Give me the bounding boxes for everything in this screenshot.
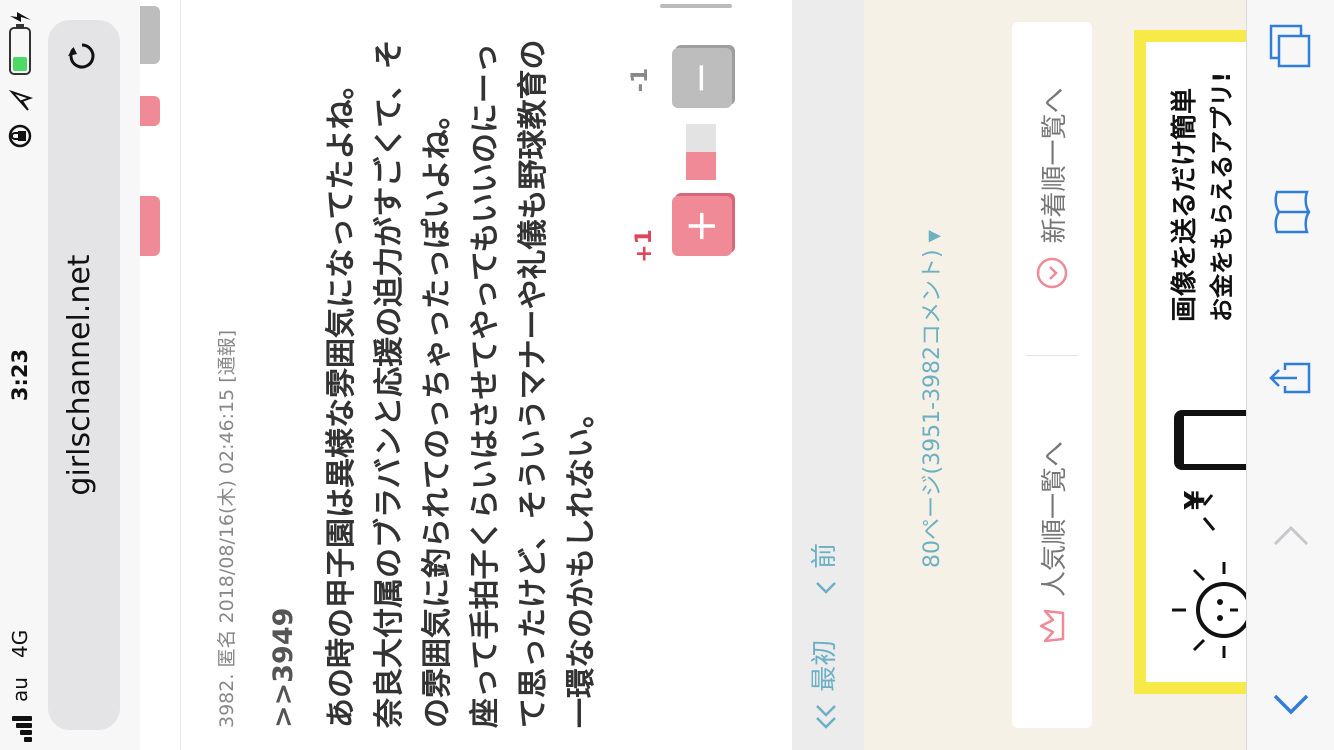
newest-list-button[interactable]: 新着順一覧へ — [1012, 22, 1092, 355]
orientation-lock-icon — [8, 124, 32, 148]
previous-comment-vote-buttons — [140, 0, 162, 256]
popular-list-label: 人気順一覧へ — [1039, 441, 1070, 598]
previous-vote-bar — [140, 96, 160, 126]
status-bar: au 4G 3:23 — [0, 0, 40, 750]
back-chevron-icon[interactable] — [1267, 678, 1315, 726]
minus-vote-button[interactable]: − — [672, 48, 732, 108]
charging-bolt-icon — [10, 12, 31, 22]
list-buttons-divider — [1026, 355, 1078, 356]
pagination-links: 最初 前 — [804, 543, 841, 730]
chevron-left-icon — [815, 582, 836, 594]
first-page-link[interactable]: 最初 — [804, 640, 841, 730]
bookmarks-icon[interactable] — [1267, 188, 1315, 236]
status-icons — [8, 12, 33, 148]
popular-list-button[interactable]: 人気順一覧へ — [1012, 356, 1092, 728]
vote-ratio-fill — [686, 152, 716, 180]
screen: au 4G 3:23 girlschannel.net 3982. 匿名 201… — [0, 0, 1334, 750]
page-selector[interactable]: 80ページ(3951-3982コメント) ▼ — [914, 230, 946, 568]
clock-icon — [1036, 257, 1068, 288]
scroll-handle[interactable] — [660, 4, 732, 8]
comment-body: あの時の甲子園は異様な雰囲気になってたよね。 奈良大付属のブラバンと応援の迫力が… — [324, 39, 599, 728]
vote-ratio-bar — [686, 124, 716, 180]
comment-meta: 3982. 匿名 2018/08/16(木) 02:46:15 [通報] — [212, 330, 239, 728]
page-info-row: 80ページ(3951-3982コメント) ▼ — [864, 0, 1004, 750]
crown-icon — [1039, 609, 1065, 643]
newest-list-label: 新着順一覧へ — [1039, 87, 1070, 244]
dropdown-triangle-icon: ▼ — [924, 230, 943, 243]
comment-number: 3982. — [216, 673, 238, 728]
url-text: girlschannel.net — [62, 254, 97, 496]
page-info-text: 80ページ(3951-3982コメント) — [920, 249, 945, 568]
list-buttons: 人気順一覧へ 新着順一覧へ — [1012, 22, 1092, 728]
smiley-face-icon — [1172, 562, 1250, 658]
reload-icon[interactable] — [62, 36, 102, 76]
plus-vote-button[interactable]: + — [672, 196, 732, 256]
reply-anchor-link[interactable]: >>3949 — [268, 608, 299, 728]
location-arrow-icon — [8, 89, 33, 111]
tabs-icon[interactable] — [1267, 22, 1315, 70]
battery-icon — [9, 24, 31, 75]
banner-subline: お金をもらえるアプリ! — [1208, 71, 1236, 322]
previous-page-link[interactable]: 前 — [804, 543, 841, 597]
smartphone-icon — [1174, 410, 1250, 470]
previous-minus-button[interactable] — [140, 6, 160, 64]
pagination-bar: 最初 前 — [792, 0, 864, 750]
previous-page-label: 前 — [810, 542, 840, 569]
banner-headline: 画像を送るだけ簡単 — [1170, 87, 1200, 322]
comment-author: 匿名 — [216, 629, 238, 668]
browser-address-bar: girlschannel.net — [40, 0, 141, 750]
previous-plus-button[interactable] — [140, 196, 160, 256]
comment-divider — [180, 0, 181, 750]
comment-datetime: 2018/08/16(木) 02:46:15 — [216, 388, 238, 624]
minus-count: -1 — [628, 67, 653, 93]
first-page-label: 最初 — [810, 639, 840, 692]
yen-sign: ¥ — [1178, 490, 1211, 510]
url-field[interactable]: girlschannel.net — [48, 20, 120, 730]
forward-chevron-icon[interactable] — [1267, 514, 1315, 562]
plus-count: +1 — [632, 229, 657, 263]
share-icon[interactable] — [1267, 354, 1315, 402]
double-chevron-left-icon — [815, 705, 836, 729]
browser-toolbar — [1246, 0, 1334, 750]
banner-illustration: ¥ — [1172, 410, 1250, 658]
report-link[interactable]: [通報] — [216, 330, 238, 383]
